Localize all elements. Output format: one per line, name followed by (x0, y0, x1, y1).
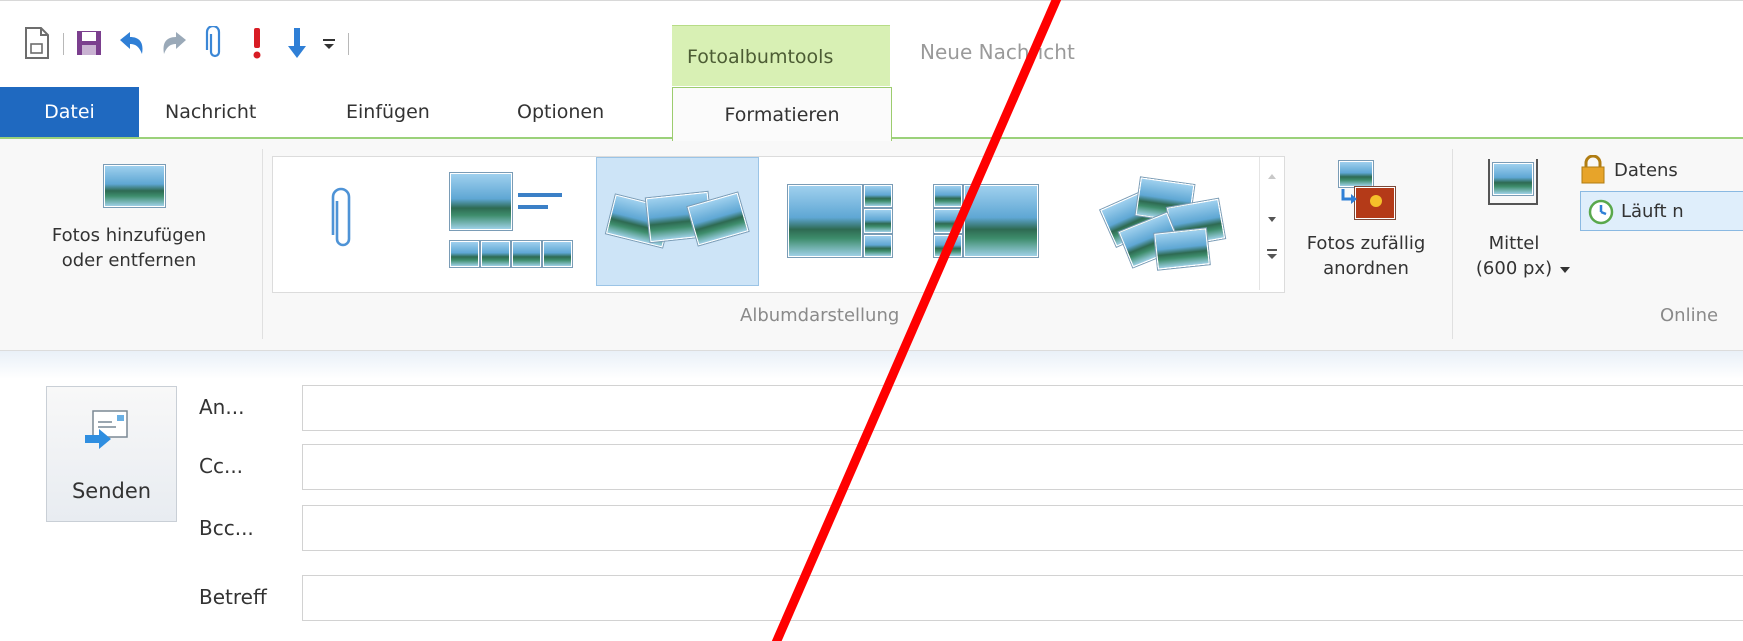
send-icon (85, 410, 128, 449)
tab-options[interactable]: Optionen (517, 87, 604, 137)
group-label-album-layout: Albumdarstellung (740, 305, 900, 326)
ribbon-panel: Fotos hinzufügen oder entfernen Albumdar… (0, 139, 1743, 351)
data-protection-button[interactable]: Datens (1580, 153, 1678, 187)
add-photos-button[interactable]: Fotos hinzufügen oder entfernen (0, 139, 258, 309)
cc-label[interactable]: Cc... (199, 454, 243, 478)
scroll-down-icon (1268, 217, 1276, 222)
high-priority-icon[interactable] (240, 23, 274, 63)
cc-field[interactable] (302, 444, 1743, 490)
photo-size-icon (1488, 159, 1538, 209)
layout-scattered[interactable] (596, 157, 759, 286)
album-layout-gallery (272, 156, 1285, 293)
photo-size-dropdown[interactable]: Mittel (600 px) (1456, 139, 1572, 309)
to-field[interactable] (302, 385, 1743, 431)
send-label: Senden (71, 479, 152, 503)
customize-dropdown-icon[interactable] (312, 23, 346, 63)
undo-icon[interactable] (114, 23, 148, 63)
layout-grid-with-text[interactable] (443, 157, 583, 284)
layout-large-with-side[interactable] (770, 157, 910, 284)
group-separator (262, 149, 263, 339)
window-title: Neue Nachricht (920, 40, 1075, 64)
tab-message[interactable]: Nachricht (165, 87, 256, 137)
bcc-field[interactable] (302, 505, 1743, 551)
photo-icon (104, 165, 165, 207)
redo-icon[interactable] (158, 23, 192, 63)
layout-side-with-large[interactable] (916, 157, 1056, 284)
attach-icon[interactable] (198, 23, 232, 63)
toolbar-separator (348, 33, 349, 55)
ribbon-tabs: Datei Nachricht Einfügen Optionen Format… (0, 87, 1743, 141)
group-separator (1452, 149, 1453, 339)
subject-field[interactable] (302, 575, 1743, 621)
low-priority-icon[interactable] (280, 23, 314, 63)
layout-attachment[interactable] (283, 157, 403, 284)
tab-insert[interactable]: Einfügen (346, 87, 430, 137)
add-photos-label: Fotos hinzufügen oder entfernen (51, 225, 207, 271)
group-label-online: Online (1660, 305, 1719, 326)
to-label[interactable]: An... (199, 395, 244, 419)
tab-format[interactable]: Formatieren (672, 87, 892, 141)
expiry-button[interactable]: Läuft n (1580, 191, 1743, 231)
toolbar-separator (63, 33, 64, 55)
shuffle-photos-button[interactable]: Fotos zufällig anordnen (1291, 139, 1441, 309)
shuffle-photos-label: Fotos zufällig anordnen (1306, 233, 1426, 279)
lock-icon (1581, 155, 1605, 184)
scroll-up-icon (1268, 174, 1276, 179)
new-document-icon[interactable] (20, 23, 54, 63)
expiry-label: Läuft n (1621, 200, 1684, 222)
dropdown-arrow-icon (1560, 267, 1570, 273)
tab-file[interactable]: Datei (0, 87, 139, 137)
bcc-label[interactable]: Bcc... (199, 516, 254, 540)
subject-label: Betreff (199, 585, 267, 609)
contextual-tab-group-header: Fotoalbumtools (672, 25, 890, 86)
compose-gradient (0, 351, 1743, 379)
paperclip-icon (331, 187, 351, 246)
shuffle-photos-icon (1339, 161, 1399, 219)
photo-size-label: Mittel (600 px) (1475, 233, 1553, 279)
gallery-scroll (1259, 157, 1284, 290)
gallery-expand-icon (1267, 249, 1277, 251)
layout-collage[interactable] (1073, 157, 1253, 284)
save-icon[interactable] (72, 23, 106, 63)
timer-icon (1588, 199, 1614, 225)
contextual-group-label: Fotoalbumtools (687, 46, 834, 68)
send-button[interactable]: Senden (46, 386, 177, 522)
data-protection-label: Datens (1614, 159, 1678, 181)
